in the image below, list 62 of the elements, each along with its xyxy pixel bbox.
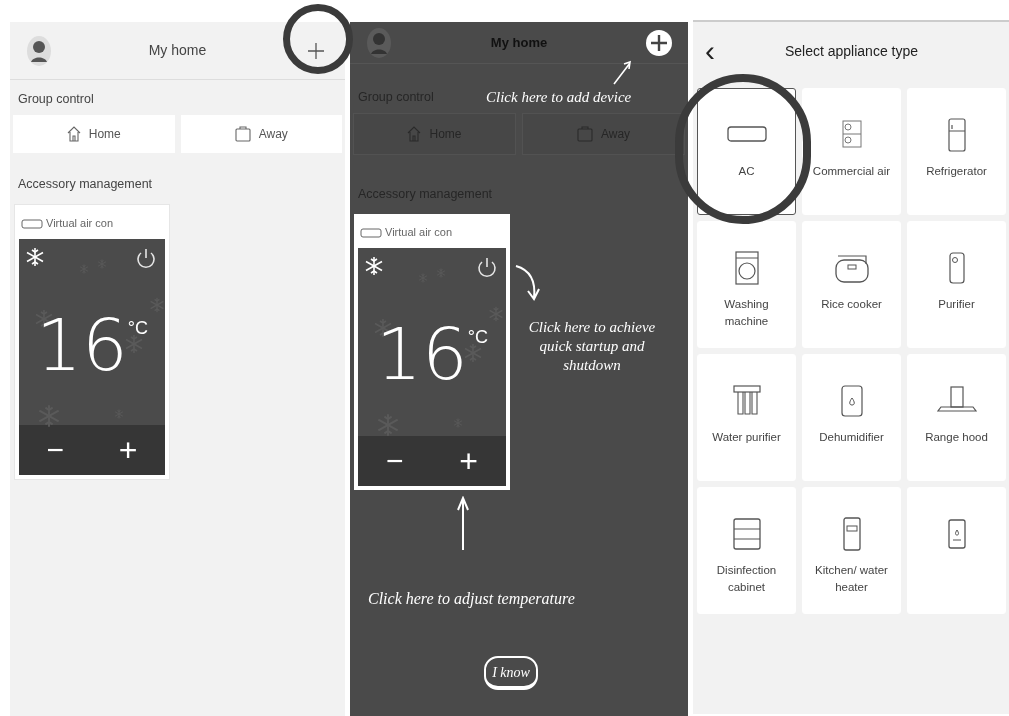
temperature-value: 16 [376, 317, 468, 390]
appliance-tile[interactable]: Purifier [907, 221, 1006, 348]
tile-label: Range hood [924, 430, 989, 445]
tile-label: Kitchen/ water heater [814, 563, 889, 595]
temperature-unit: °C [127, 316, 148, 340]
house-icon [66, 125, 81, 142]
screen-title: Select appliance type [784, 41, 919, 61]
appliance-tile[interactable]: Rice cooker [802, 221, 901, 348]
tile-label: Disinfection cabinet [715, 563, 778, 595]
tile-label: Washing machine [723, 297, 770, 329]
appliance-tile[interactable]: Disinfection cabinet [697, 487, 796, 614]
device-name: Virtual air con [385, 225, 453, 241]
air-conditioner-icon [21, 218, 43, 229]
tile-label: Water purifier [711, 430, 782, 445]
appliance-tile[interactable]: Water purifier [697, 354, 796, 481]
power-icon[interactable] [135, 246, 157, 269]
appliance-tile[interactable]: Kitchen/ water heater [802, 487, 901, 614]
tile-label: AC [737, 164, 756, 179]
appliance-tile[interactable]: Range hood [907, 354, 1006, 481]
screen-title: My home [148, 41, 207, 60]
avatar-icon [26, 34, 52, 67]
hint-text: Click here to adjust temperature [368, 589, 575, 608]
temperature-unit: °C [467, 325, 488, 349]
suitcase-icon [576, 125, 593, 142]
add-button[interactable] [646, 29, 672, 56]
appliance-tile[interactable]: Commercial air [802, 88, 901, 215]
tile-label: Commercial air [811, 164, 892, 179]
increase-button[interactable]: + [459, 445, 479, 476]
appliance-tile[interactable]: Dehumidifier [802, 354, 901, 481]
decrease-button[interactable]: − [46, 434, 64, 465]
appliance-tile[interactable]: AC [697, 88, 796, 215]
home-mode-button[interactable]: Home [13, 114, 175, 153]
snowflake-icon [364, 255, 384, 276]
tile-label: Rice cooker [820, 297, 883, 312]
arrow-icon [513, 263, 543, 303]
appliance-tile[interactable]: Washing machine [697, 221, 796, 348]
house-icon [407, 125, 422, 142]
tile-label: Purifier [937, 297, 976, 312]
suitcase-icon [234, 125, 251, 142]
away-mode-button[interactable]: Away [180, 114, 342, 153]
plus-icon [650, 33, 668, 52]
section-label: Group control [17, 91, 95, 108]
air-conditioner-icon [360, 227, 382, 238]
device-name: Virtual air con [46, 216, 114, 232]
back-button[interactable]: ‹ [705, 36, 715, 66]
increase-button[interactable]: + [118, 434, 138, 465]
arrow-icon [456, 496, 470, 552]
tile-label: Refrigerator [925, 164, 988, 179]
appliance-tile[interactable] [907, 487, 1006, 614]
screen-title: My home [490, 33, 548, 52]
section-label: Accessory management [17, 175, 154, 193]
avatar-icon [366, 26, 392, 59]
temperature-value: 16 [36, 308, 128, 381]
appliance-tile[interactable]: Refrigerator [907, 88, 1006, 215]
decrease-button[interactable]: − [385, 445, 404, 476]
hint-text: Click here to achieve quick startup and shutdown [527, 318, 657, 375]
power-icon[interactable] [476, 255, 498, 278]
snowflake-icon [25, 246, 45, 267]
tile-label: Dehumidifier [818, 430, 885, 445]
dismiss-button[interactable]: I know [484, 656, 538, 690]
plus-icon [307, 41, 325, 60]
hint-text: Click here to add device [486, 88, 632, 107]
